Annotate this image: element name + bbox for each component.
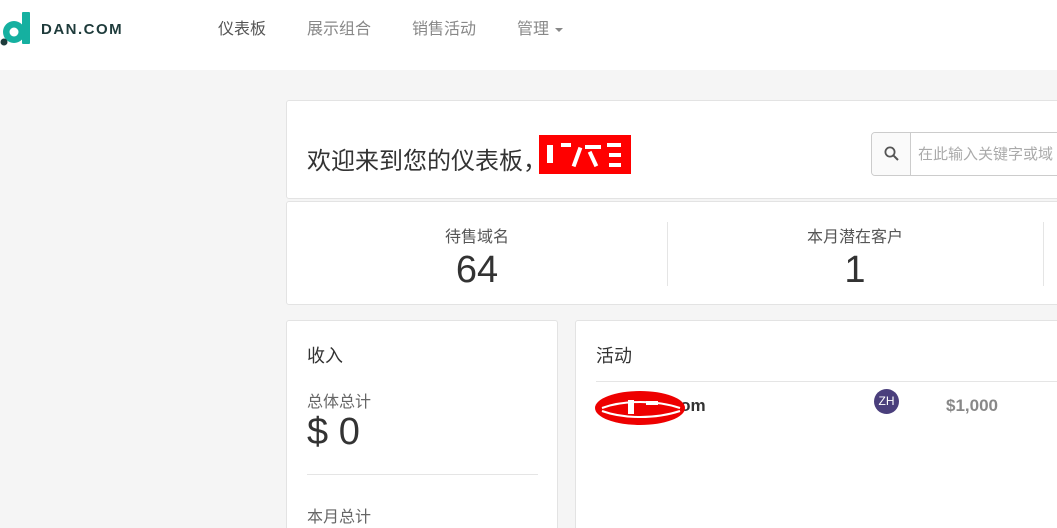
nav-item-sales[interactable]: 销售活动 [412,0,476,60]
top-navbar: DAN.COM 仪表板 展示组合 销售活动 管理 [0,0,1057,70]
redacted-domain [595,391,685,425]
stat-label: 本月潜在客户 [806,229,903,246]
avatar: ZH [874,389,899,414]
nav-item-manage-label: 管理 [517,21,550,38]
brand-name: DAN.COM [41,21,124,38]
welcome-panel: 欢迎来到您的仪表板， [286,100,1057,199]
income-title: 收入 [307,346,343,366]
search-input[interactable] [912,133,1057,175]
chevron-down-icon [555,27,564,32]
search-icon [884,146,899,161]
dan-logo-icon [0,12,30,46]
activity-panel: 活动 .com ZH $1,000 [575,320,1057,528]
income-panel: 收入 总体总计 $ 0 本月总计 [286,320,558,528]
stats-panel: 待售域名 64 本月潜在客户 1 [286,201,1057,305]
income-total-value: $ 0 [307,411,360,453]
search-box [871,132,1057,176]
activity-title: 活动 [596,346,632,366]
income-month-label: 本月总计 [307,509,372,526]
stat-leads-this-month: 本月潜在客户 1 [667,202,1043,306]
activity-row[interactable]: .com ZH $1,000 [576,382,1057,430]
stat-divider [1043,222,1044,286]
search-button[interactable] [872,133,911,175]
main-nav: 仪表板 展示组合 销售活动 管理 [218,0,604,60]
stat-label: 待售域名 [444,229,509,246]
nav-item-manage[interactable]: 管理 [517,0,564,60]
welcome-heading: 欢迎来到您的仪表板， [307,148,547,175]
redacted-username [539,135,631,174]
stat-value: 1 [844,249,866,291]
stat-domains-for-sale: 待售域名 64 [287,202,667,306]
nav-item-portfolio[interactable]: 展示组合 [307,0,371,60]
nav-item-dashboard[interactable]: 仪表板 [218,0,266,60]
activity-price: $1,000 [946,396,998,415]
income-total-label: 总体总计 [307,394,372,411]
divider [307,474,538,475]
stat-value: 64 [455,249,499,291]
brand-logo[interactable]: DAN.COM [0,12,140,46]
